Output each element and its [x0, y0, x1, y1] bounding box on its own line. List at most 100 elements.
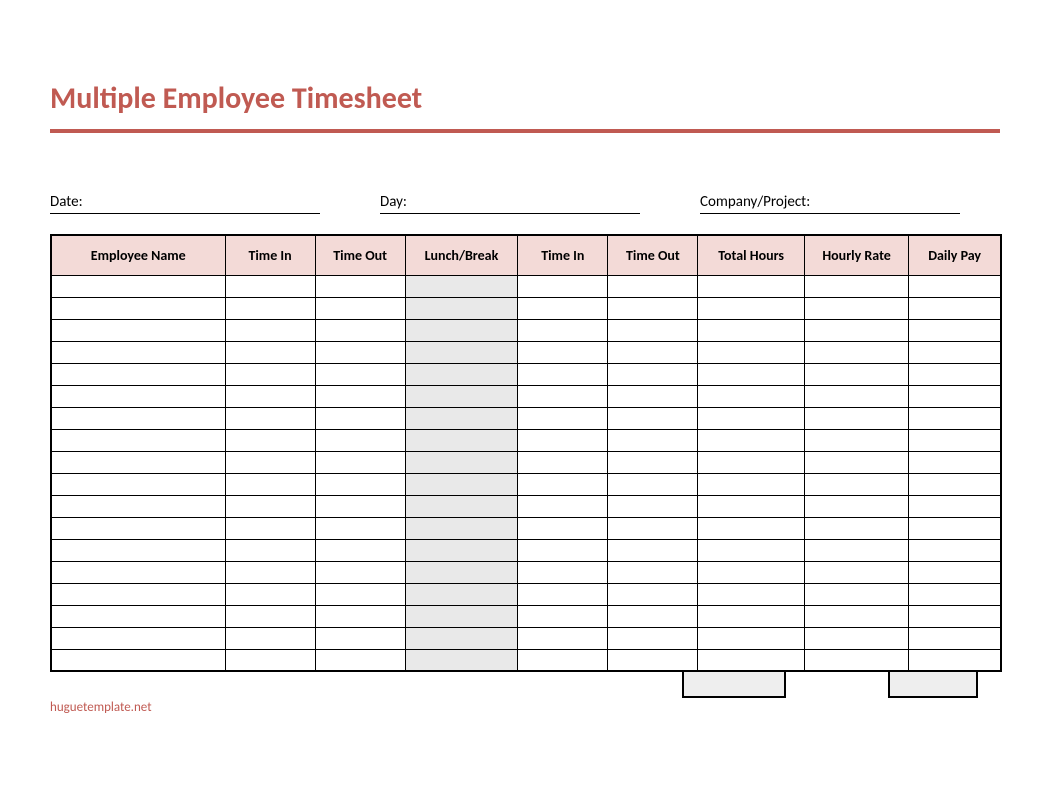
- cell[interactable]: [608, 649, 698, 671]
- cell[interactable]: [518, 297, 608, 319]
- cell[interactable]: [405, 495, 518, 517]
- cell[interactable]: [608, 319, 698, 341]
- cell[interactable]: [51, 583, 225, 605]
- cell[interactable]: [804, 319, 908, 341]
- cell[interactable]: [315, 539, 405, 561]
- cell[interactable]: [51, 561, 225, 583]
- cell[interactable]: [909, 297, 1001, 319]
- cell[interactable]: [51, 407, 225, 429]
- cell[interactable]: [315, 495, 405, 517]
- cell[interactable]: [225, 473, 315, 495]
- cell[interactable]: [804, 605, 908, 627]
- cell[interactable]: [909, 407, 1001, 429]
- cell[interactable]: [698, 627, 804, 649]
- cell[interactable]: [909, 583, 1001, 605]
- cell[interactable]: [909, 605, 1001, 627]
- cell[interactable]: [405, 341, 518, 363]
- cell[interactable]: [909, 275, 1001, 297]
- cell[interactable]: [51, 429, 225, 451]
- cell[interactable]: [518, 473, 608, 495]
- cell[interactable]: [405, 583, 518, 605]
- cell[interactable]: [804, 561, 908, 583]
- cell[interactable]: [518, 407, 608, 429]
- cell[interactable]: [518, 341, 608, 363]
- cell[interactable]: [608, 495, 698, 517]
- cell[interactable]: [405, 649, 518, 671]
- cell[interactable]: [51, 517, 225, 539]
- cell[interactable]: [518, 495, 608, 517]
- cell[interactable]: [608, 363, 698, 385]
- cell[interactable]: [698, 341, 804, 363]
- cell[interactable]: [518, 649, 608, 671]
- cell[interactable]: [51, 473, 225, 495]
- cell[interactable]: [315, 319, 405, 341]
- cell[interactable]: [804, 583, 908, 605]
- cell[interactable]: [51, 495, 225, 517]
- cell[interactable]: [315, 627, 405, 649]
- cell[interactable]: [405, 429, 518, 451]
- cell[interactable]: [608, 407, 698, 429]
- cell[interactable]: [405, 275, 518, 297]
- cell[interactable]: [225, 561, 315, 583]
- cell[interactable]: [909, 627, 1001, 649]
- cell[interactable]: [51, 297, 225, 319]
- cell[interactable]: [804, 495, 908, 517]
- cell[interactable]: [608, 385, 698, 407]
- cell[interactable]: [225, 539, 315, 561]
- cell[interactable]: [698, 363, 804, 385]
- cell[interactable]: [698, 495, 804, 517]
- cell[interactable]: [225, 451, 315, 473]
- cell[interactable]: [698, 649, 804, 671]
- cell[interactable]: [608, 341, 698, 363]
- cell[interactable]: [804, 429, 908, 451]
- cell[interactable]: [225, 297, 315, 319]
- cell[interactable]: [405, 319, 518, 341]
- cell[interactable]: [698, 605, 804, 627]
- cell[interactable]: [608, 583, 698, 605]
- cell[interactable]: [405, 385, 518, 407]
- cell[interactable]: [698, 297, 804, 319]
- cell[interactable]: [225, 363, 315, 385]
- cell[interactable]: [405, 473, 518, 495]
- cell[interactable]: [518, 517, 608, 539]
- cell[interactable]: [909, 341, 1001, 363]
- company-field[interactable]: Company/Project:: [700, 193, 960, 214]
- cell[interactable]: [518, 275, 608, 297]
- cell[interactable]: [51, 385, 225, 407]
- cell[interactable]: [315, 451, 405, 473]
- cell[interactable]: [909, 319, 1001, 341]
- cell[interactable]: [804, 627, 908, 649]
- cell[interactable]: [909, 363, 1001, 385]
- cell[interactable]: [804, 275, 908, 297]
- cell[interactable]: [909, 649, 1001, 671]
- cell[interactable]: [225, 583, 315, 605]
- cell[interactable]: [698, 429, 804, 451]
- cell[interactable]: [51, 275, 225, 297]
- cell[interactable]: [51, 627, 225, 649]
- cell[interactable]: [698, 451, 804, 473]
- cell[interactable]: [518, 605, 608, 627]
- cell[interactable]: [518, 429, 608, 451]
- cell[interactable]: [698, 539, 804, 561]
- cell[interactable]: [698, 385, 804, 407]
- cell[interactable]: [315, 605, 405, 627]
- cell[interactable]: [608, 297, 698, 319]
- cell[interactable]: [225, 275, 315, 297]
- cell[interactable]: [608, 539, 698, 561]
- cell[interactable]: [315, 473, 405, 495]
- cell[interactable]: [225, 429, 315, 451]
- cell[interactable]: [405, 539, 518, 561]
- cell[interactable]: [518, 539, 608, 561]
- cell[interactable]: [518, 627, 608, 649]
- cell[interactable]: [51, 605, 225, 627]
- cell[interactable]: [909, 429, 1001, 451]
- cell[interactable]: [698, 319, 804, 341]
- cell[interactable]: [405, 517, 518, 539]
- cell[interactable]: [225, 319, 315, 341]
- cell[interactable]: [804, 517, 908, 539]
- cell[interactable]: [51, 451, 225, 473]
- date-field[interactable]: Date:: [50, 193, 320, 214]
- cell[interactable]: [225, 341, 315, 363]
- cell[interactable]: [405, 605, 518, 627]
- cell[interactable]: [698, 275, 804, 297]
